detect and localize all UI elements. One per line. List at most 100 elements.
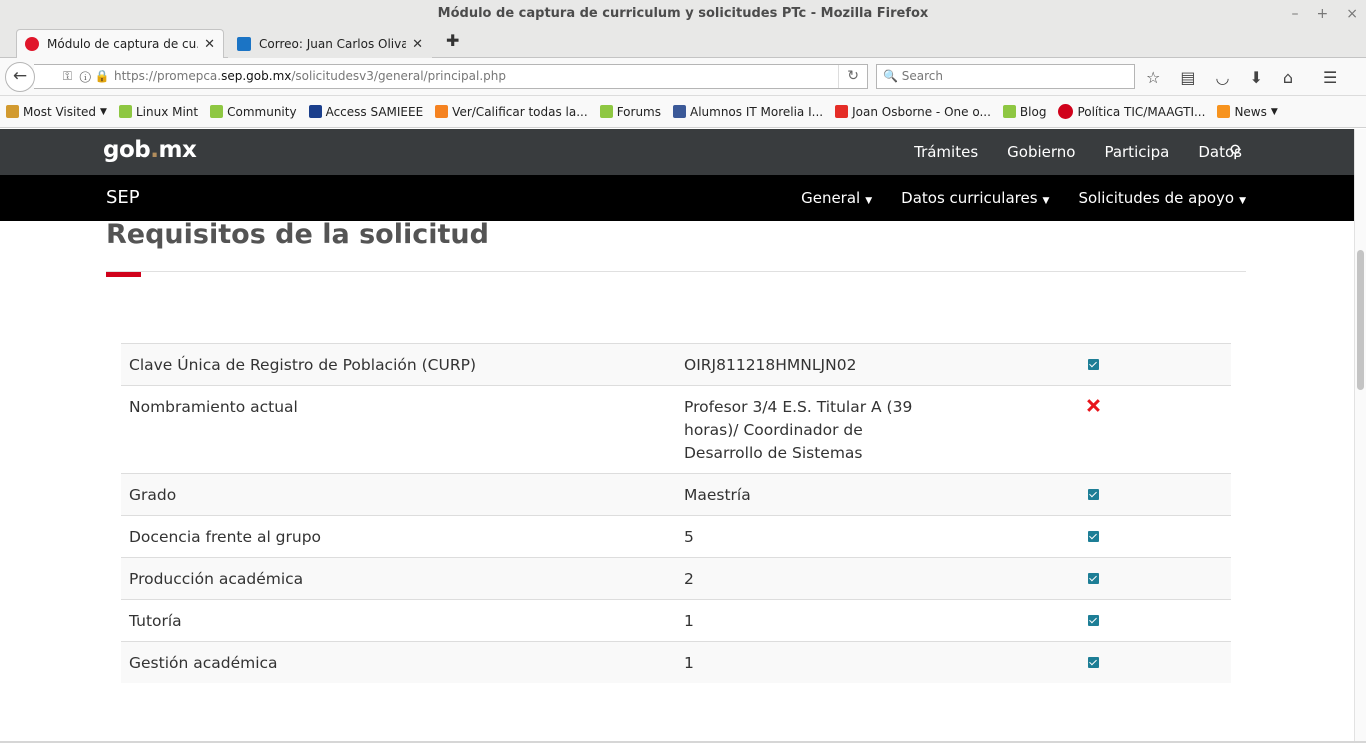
bookmark-access-samieee[interactable]: Access SAMIEEE bbox=[308, 105, 423, 119]
download-icon[interactable]: ⬇ bbox=[1249, 68, 1262, 87]
heading-accent-bar bbox=[106, 272, 141, 277]
requirement-value: 5 bbox=[676, 515, 1076, 558]
search-input[interactable]: 🔍 Search bbox=[876, 64, 1135, 89]
search-placeholder: Search bbox=[901, 69, 944, 83]
gob-nav-gobierno[interactable]: Gobierno bbox=[1007, 143, 1075, 161]
gob-nav: Trámites Gobierno Participa Datos bbox=[914, 129, 1242, 175]
sep-nav-general[interactable]: General ▼ bbox=[801, 189, 872, 207]
requirement-label: Grado bbox=[121, 473, 676, 516]
bookmark-calificar[interactable]: Ver/Calificar todas la... bbox=[435, 105, 588, 119]
page-title: Requisitos de la solicitud bbox=[106, 221, 489, 250]
home-icon[interactable]: ⌂ bbox=[1283, 68, 1293, 87]
mint-icon bbox=[1002, 105, 1016, 118]
page-scrollbar[interactable] bbox=[1354, 129, 1366, 741]
heading-divider bbox=[106, 271, 1246, 272]
sep-nav-solicitudes[interactable]: Solicitudes de apoyo ▼ bbox=[1078, 189, 1246, 207]
checked-icon bbox=[1088, 359, 1099, 370]
table-row: Nombramiento actual Profesor 3/4 E.S. Ti… bbox=[121, 385, 1231, 474]
requirement-status bbox=[1076, 557, 1231, 600]
scrollbar-thumb[interactable] bbox=[1357, 250, 1364, 390]
caret-down-icon: ▼ bbox=[1239, 196, 1246, 206]
back-button[interactable]: ← bbox=[5, 62, 35, 92]
maximize-icon[interactable]: + bbox=[1317, 0, 1329, 28]
checked-icon bbox=[1088, 531, 1099, 542]
search-icon: 🔍 bbox=[883, 69, 898, 83]
navigation-bar: ⚿ ⓘ 🔒 https://promepca.sep.gob.mx/solici… bbox=[0, 58, 1366, 96]
requirement-value: Profesor 3/4 E.S. Titular A (39 horas)/ … bbox=[676, 385, 1076, 474]
window-title: Módulo de captura de curriculum y solici… bbox=[437, 6, 929, 21]
tab-modulo[interactable]: Módulo de captura de cu... ✕ bbox=[16, 29, 224, 58]
bookmark-community[interactable]: Community bbox=[210, 105, 297, 119]
caret-down-icon: ▼ bbox=[1042, 196, 1050, 206]
bookmark-blog[interactable]: Blog bbox=[1002, 105, 1046, 119]
ieee-icon bbox=[308, 105, 322, 118]
mint-icon bbox=[118, 105, 132, 118]
bookmark-linux-mint[interactable]: Linux Mint bbox=[118, 105, 198, 119]
close-tab-icon[interactable]: ✕ bbox=[412, 37, 423, 52]
requirement-value: 2 bbox=[676, 557, 1076, 600]
outlook-icon bbox=[237, 37, 251, 51]
facebook-icon bbox=[672, 105, 686, 118]
pocket-icon[interactable]: ◡ bbox=[1215, 68, 1229, 87]
tab-correo[interactable]: Correo: Juan Carlos Oliva... ✕ bbox=[228, 29, 432, 58]
requirement-label: Producción académica bbox=[121, 557, 676, 600]
checked-icon bbox=[1088, 573, 1099, 584]
url-bar[interactable]: ⚿ ⓘ 🔒 https://promepca.sep.gob.mx/solici… bbox=[34, 64, 868, 89]
bookmarks-toolbar: Most Visited ▼ Linux Mint Community Acces… bbox=[0, 96, 1366, 128]
reload-icon[interactable]: ↻ bbox=[838, 65, 859, 88]
sep-header: SEP General ▼ Datos curriculares ▼ Solicit… bbox=[0, 175, 1354, 221]
requirement-status bbox=[1076, 473, 1231, 516]
mint-icon bbox=[210, 105, 224, 118]
requirement-status bbox=[1076, 343, 1231, 386]
requirement-status bbox=[1076, 641, 1231, 683]
tab-label: Módulo de captura de cu... bbox=[47, 37, 199, 51]
requirement-status bbox=[1076, 515, 1231, 558]
requirement-label: Docencia frente al grupo bbox=[121, 515, 676, 558]
minimize-icon[interactable]: – bbox=[1292, 0, 1299, 28]
url-text[interactable]: https://promepca.sep.gob.mx/solicitudesv… bbox=[114, 65, 506, 88]
requirement-label: Clave Única de Registro de Población (CU… bbox=[121, 343, 676, 386]
table-row: Tutoría 1 bbox=[121, 599, 1231, 642]
bookmark-star-icon[interactable]: ☆ bbox=[1146, 68, 1160, 87]
gob-nav-tramites[interactable]: Trámites bbox=[914, 143, 978, 161]
sep-title[interactable]: SEP bbox=[106, 187, 140, 208]
sep-nav-datos-curriculares[interactable]: Datos curriculares ▼ bbox=[901, 189, 1049, 207]
requirement-status bbox=[1076, 599, 1231, 642]
table-row: Gestión académica 1 bbox=[121, 641, 1231, 683]
bookmark-alumnos[interactable]: Alumnos IT Morelia I... bbox=[672, 105, 823, 119]
table-row: Grado Maestría bbox=[121, 473, 1231, 516]
table-row: Producción académica 2 bbox=[121, 557, 1231, 600]
requirement-value: 1 bbox=[676, 599, 1076, 642]
tab-label: Correo: Juan Carlos Oliva... bbox=[259, 37, 407, 51]
chevron-down-icon: ▼ bbox=[100, 106, 107, 117]
main-content: Requisitos de la solicitud Clave Única d… bbox=[0, 221, 1354, 741]
checked-icon bbox=[1088, 489, 1099, 500]
checked-icon bbox=[1088, 615, 1099, 626]
requirement-label: Nombramiento actual bbox=[121, 385, 676, 474]
gob-nav-participa[interactable]: Participa bbox=[1104, 143, 1169, 161]
bookmark-most-visited[interactable]: Most Visited ▼ bbox=[6, 105, 107, 119]
table-row: Docencia frente al grupo 5 bbox=[121, 515, 1231, 558]
table-row: Clave Única de Registro de Población (CU… bbox=[121, 343, 1231, 386]
requirement-value: Maestría bbox=[676, 473, 1076, 516]
bookmark-news[interactable]: News ▼ bbox=[1217, 105, 1278, 119]
requirement-value: 1 bbox=[676, 641, 1076, 683]
bookmark-politica[interactable]: Política TIC/MAAGTI... bbox=[1058, 104, 1205, 119]
red-circle-icon bbox=[1058, 104, 1074, 119]
bookmark-joan-osborne[interactable]: Joan Osborne - One o... bbox=[835, 105, 991, 119]
window-controls: – + × bbox=[1292, 0, 1358, 28]
requirement-value: OIRJ811218HMNLJN02 bbox=[676, 343, 1076, 386]
cross-icon bbox=[1087, 399, 1100, 412]
back-arrow-icon: ← bbox=[12, 66, 28, 86]
requirement-label: Gestión académica bbox=[121, 641, 676, 683]
close-window-icon[interactable]: × bbox=[1346, 0, 1358, 28]
gob-logo[interactable]: gob.mx bbox=[103, 137, 197, 163]
new-tab-icon[interactable]: ✚ bbox=[446, 31, 459, 50]
tab-favicon-icon bbox=[25, 37, 39, 51]
reading-list-icon[interactable]: ▤ bbox=[1180, 68, 1195, 87]
menu-icon[interactable]: ☰ bbox=[1323, 68, 1337, 87]
close-tab-icon[interactable]: ✕ bbox=[204, 37, 215, 52]
bookmark-forums[interactable]: Forums bbox=[599, 105, 661, 119]
site-identity-icons[interactable]: ⚿ ⓘ 🔒 bbox=[40, 65, 110, 88]
search-icon[interactable]: ⚲ bbox=[1229, 142, 1241, 162]
